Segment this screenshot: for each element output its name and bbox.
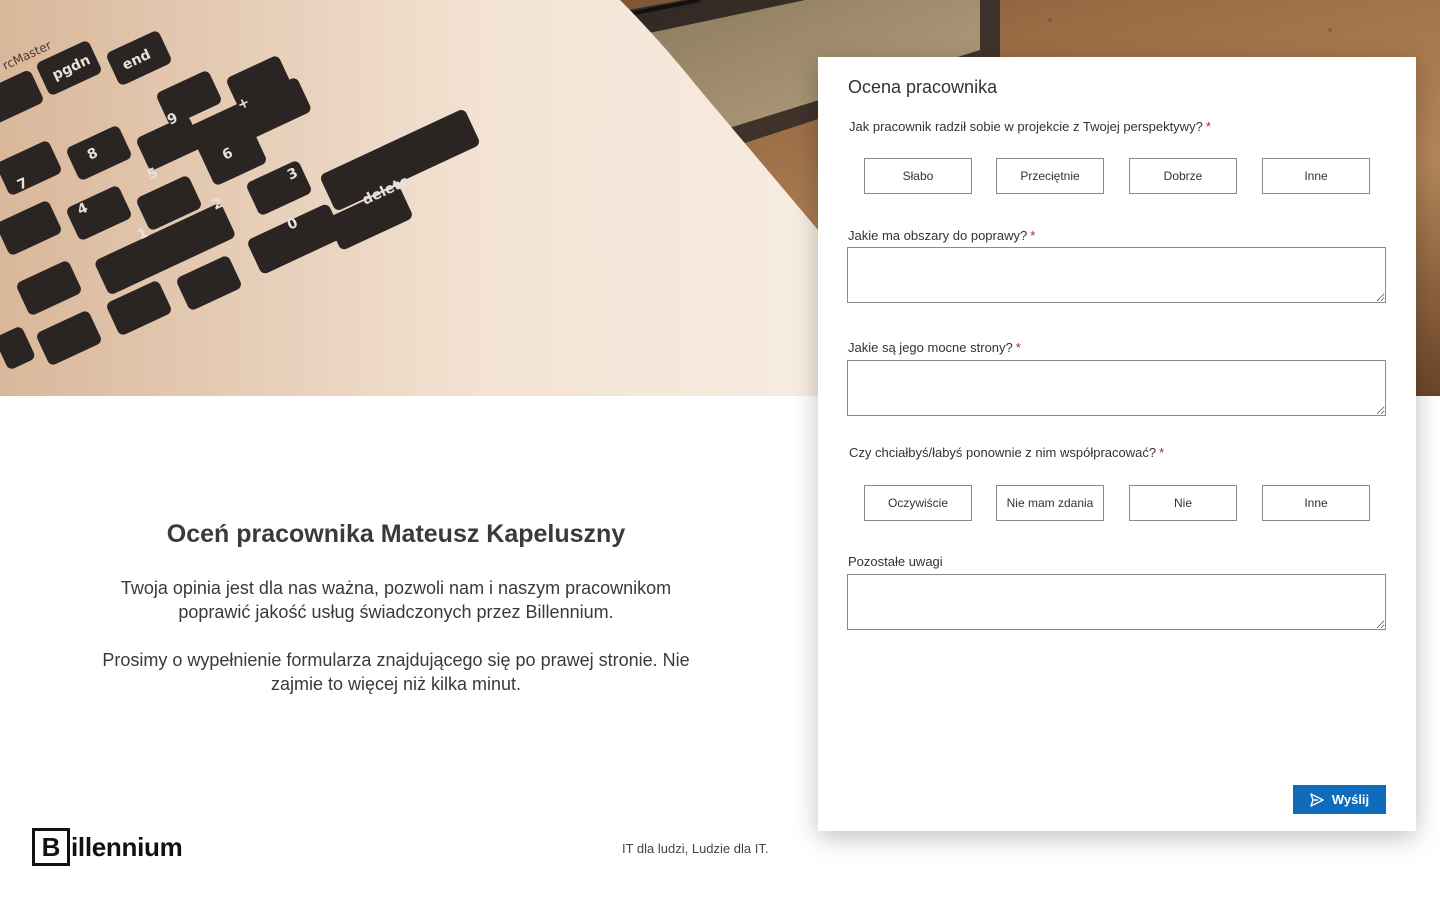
submit-label: Wyślij [1331,792,1370,807]
required-marker: * [1015,340,1021,355]
question-improvement-label: Jakie ma obszary do poprawy? [848,228,1028,243]
intro-paragraph: Twoja opinia jest dla nas ważna, pozwoli… [120,578,672,622]
remarks-textarea[interactable] [847,574,1386,630]
choice-nie[interactable]: Nie [1129,485,1237,521]
form-title: Ocena pracownika [848,77,998,97]
choice-nie-mam-zdania[interactable]: Nie mam zdania [996,485,1104,521]
logo-wordmark: illennium [71,831,183,862]
choice-oczywiscie[interactable]: Oczywiście [864,485,972,521]
submit-button[interactable]: Wyślij [1293,785,1386,814]
required-marker: * [1159,445,1165,460]
choice-slabo[interactable]: Słabo [864,158,972,194]
logo-letter-box: B [32,828,70,866]
choice-dobrze[interactable]: Dobrze [1129,158,1237,194]
question-strengths-label: Jakie są jego mocne strony? [848,340,1013,355]
required-marker: * [1030,228,1036,243]
question-cooperate-again: Czy chciałbyś/łabyś ponownie z nim współ… [849,445,1164,460]
send-icon [1310,792,1324,807]
choice-inne-1[interactable]: Inne [1262,158,1370,194]
page-headline: Oceń pracownika Mateusz Kapeluszny [166,520,626,548]
tagline: IT dla ludzi, Ludzie dla IT. [622,841,769,856]
strengths-textarea[interactable] [847,360,1386,416]
form-card: Ocena pracownika Jak pracownik radził so… [818,57,1416,831]
question-other-remarks-label: Pozostałe uwagi [848,554,943,569]
question-improvement: Jakie ma obszary do poprawy? * [848,228,1035,243]
billennium-logo: B illennium [32,828,183,866]
choice-przecietnie[interactable]: Przeciętnie [996,158,1104,194]
improvement-textarea[interactable] [847,247,1386,303]
required-marker: * [1205,119,1211,134]
question-other-remarks: Pozostałe uwagi [848,554,943,569]
question-performance: Jak pracownik radził sobie w projekcie z… [849,119,1211,134]
question-strengths: Jakie są jego mocne strony? * [848,340,1021,355]
question-cooperate-again-label: Czy chciałbyś/łabyś ponownie z nim współ… [849,445,1157,460]
choice-inne-2[interactable]: Inne [1262,485,1370,521]
question-performance-label: Jak pracownik radził sobie w projekcie z… [849,119,1203,134]
instruction-paragraph: Prosimy o wypełnienie formularza znajduj… [102,650,690,694]
